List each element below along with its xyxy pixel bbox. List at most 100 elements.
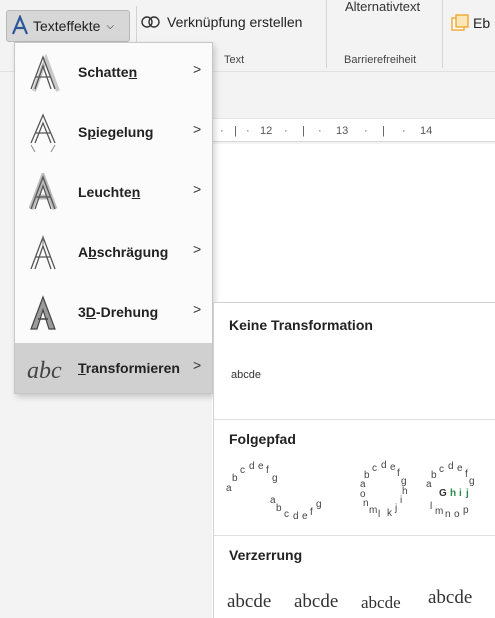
svg-text:h: h <box>450 488 456 499</box>
ruler-dot: | <box>234 125 237 137</box>
svg-text:c: c <box>240 465 245 476</box>
transformieren-submenu: Keine Transformation abcde Folgepfad abc… <box>213 302 495 618</box>
folgepfad-options: abc d e fg abc d e fg abc d efgh ijkl mno abc… <box>226 460 475 522</box>
svg-text:f: f <box>397 468 400 479</box>
svg-text:l: l <box>378 509 380 520</box>
svg-text:i: i <box>400 495 402 506</box>
horizontal-ruler[interactable]: · | · 12 · | · 13 · | · 14 <box>212 118 495 142</box>
svg-text:b: b <box>431 470 437 481</box>
svg-text:l: l <box>430 501 432 512</box>
svg-text:j: j <box>394 503 397 514</box>
group-label-text: Text <box>224 54 245 66</box>
svg-text:g: g <box>316 499 322 510</box>
texteffekte-label: Texteffekte <box>33 18 101 34</box>
svg-text:d: d <box>293 511 299 522</box>
svg-text:h: h <box>402 486 408 497</box>
chevron-right-icon: > <box>193 61 202 77</box>
text-effects-icon <box>11 15 29 35</box>
menu-item-leuchten[interactable]: Leuchten > <box>15 163 212 223</box>
texteffekte-button[interactable]: Texteffekte ⌵ <box>6 10 130 42</box>
button-option[interactable]: abc d efg G h i j lmnop <box>426 461 475 520</box>
svg-text:o: o <box>454 509 460 520</box>
svg-text:f: f <box>465 469 468 480</box>
layer-forward-icon <box>451 14 469 31</box>
svg-text:m: m <box>369 505 377 516</box>
svg-text:a: a <box>226 483 232 494</box>
svg-text:f: f <box>310 507 313 518</box>
svg-text:g: g <box>272 473 278 484</box>
ruler-dot: · <box>246 125 250 137</box>
svg-text:f: f <box>266 465 269 476</box>
arch-up-option[interactable]: abc d e fg <box>226 461 278 494</box>
reflection-a-icon <box>30 113 56 153</box>
section-heading-folgepfad: Folgepfad <box>229 431 296 447</box>
glow-a-icon <box>28 173 58 210</box>
alternativtext-button[interactable]: Alternativtext <box>345 0 420 12</box>
svg-text:c: c <box>284 509 289 520</box>
ruler-dot: · <box>402 125 406 137</box>
menu-item-schatten[interactable]: Schatten > <box>15 43 212 103</box>
svg-text:n: n <box>445 509 451 520</box>
svg-text:p: p <box>463 505 469 516</box>
arch-down-option[interactable]: abc d e fg <box>270 495 322 522</box>
menu-item-spiegelung[interactable]: Spiegelung > <box>15 103 212 163</box>
bevel-a-icon <box>30 235 56 270</box>
svg-text:b: b <box>232 473 238 484</box>
svg-text:j: j <box>465 488 469 499</box>
menu-item-label: Leuchten <box>78 184 141 200</box>
verzerrung-option-stop[interactable]: abcde <box>294 591 338 613</box>
ruler-dot: · <box>364 125 368 137</box>
svg-text:e: e <box>302 511 308 522</box>
svg-text:c: c <box>372 463 377 474</box>
verzerrung-option-triangle[interactable]: abcde <box>361 593 401 613</box>
ribbon-divider <box>442 0 443 68</box>
svg-text:abc: abc <box>27 358 62 384</box>
section-divider <box>214 419 495 420</box>
texteffekte-menu: Schatten > Spiegelung > Leuchten > Absch… <box>14 42 213 394</box>
ruler-dot: · <box>220 125 224 137</box>
svg-text:g: g <box>469 476 475 487</box>
ebene-label: Eb <box>473 15 491 31</box>
ruler-tick-label: 13 <box>336 125 349 137</box>
menu-item-transformieren[interactable]: abc Transformieren > <box>15 343 212 393</box>
chevron-right-icon: > <box>193 181 202 197</box>
svg-text:b: b <box>276 503 282 514</box>
menu-item-label: Spiegelung <box>78 124 154 140</box>
ruler-tick-label: 12 <box>260 125 273 137</box>
chevron-right-icon: > <box>193 301 202 317</box>
menu-item-label: Abschrägung <box>78 244 169 260</box>
chevron-right-icon: > <box>193 357 202 373</box>
menu-item-3d-drehung[interactable]: 3D-Drehung > <box>15 283 212 343</box>
svg-text:c: c <box>439 464 444 475</box>
circle-option[interactable]: abc d efgh ijkl mno <box>360 460 408 520</box>
svg-text:d: d <box>249 461 255 472</box>
transform-abc-icon: abc <box>27 358 62 384</box>
menu-item-label: Transformieren <box>78 360 180 376</box>
ruler-dot: | <box>382 125 385 137</box>
verzerrung-option-plain[interactable]: abcde <box>227 591 271 613</box>
rotation-3d-a-icon <box>30 295 56 330</box>
svg-text:e: e <box>457 463 463 474</box>
ruler-dot: · <box>318 125 322 137</box>
chevron-right-icon: > <box>193 241 202 257</box>
verzerrung-option-wave[interactable]: abcde <box>428 587 472 609</box>
ebene-button[interactable]: Eb <box>451 14 490 32</box>
section-divider <box>214 535 495 536</box>
svg-text:m: m <box>435 506 443 517</box>
svg-text:o: o <box>360 489 366 500</box>
menu-item-label: 3D-Drehung <box>78 304 159 320</box>
menu-item-label: Schatten <box>78 64 138 80</box>
shadow-a-icon <box>30 53 60 92</box>
chevron-right-icon: > <box>193 121 202 137</box>
svg-text:e: e <box>390 462 396 473</box>
ribbon-divider <box>326 0 327 68</box>
section-heading-keine-transformation: Keine Transformation <box>229 317 373 333</box>
svg-text:d: d <box>448 461 454 472</box>
keine-transformation-option[interactable]: abcde <box>231 369 261 381</box>
verknuepfung-erstellen-button[interactable]: Verknüpfung erstellen <box>141 14 302 30</box>
group-label-barrierefreiheit: Barrierefreiheit <box>344 54 417 66</box>
chevron-down-icon: ⌵ <box>106 20 115 32</box>
svg-text:b: b <box>364 470 370 481</box>
link-icon <box>141 16 160 28</box>
menu-item-abschraegung[interactable]: Abschrägung > <box>15 223 212 283</box>
